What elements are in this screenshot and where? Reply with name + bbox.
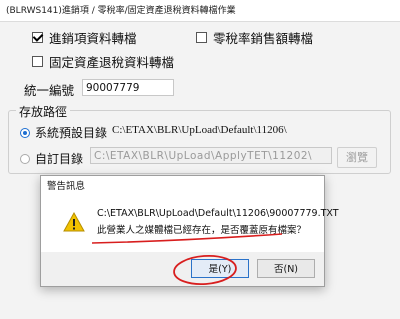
dialog-body: C:\ETAX\BLR\UpLoad\Default\11206\9000777… — [41, 198, 339, 252]
checkbox-sales-purchase-label: 進銷項資料轉檔 — [49, 31, 137, 46]
radio-button[interactable] — [20, 153, 30, 164]
radio-custom-dir-label: 自訂目錄 — [35, 152, 84, 166]
tax-id-input[interactable]: 90007779 — [82, 79, 174, 96]
dialog-message-path: C:\ETAX\BLR\UpLoad\Default\11206\9000777… — [97, 208, 339, 219]
browse-button[interactable]: 瀏覽 — [337, 147, 377, 168]
radio-default-dir-label: 系統預設目錄 — [35, 126, 108, 140]
radio-default-dir[interactable]: 系統預設目錄 — [20, 124, 107, 141]
yes-button[interactable]: 是(Y) — [191, 259, 249, 278]
checkbox-box[interactable] — [196, 32, 207, 43]
window-title: (BLRWS141)進銷項 / 零稅率/固定資產退稅資料轉檔作業 — [0, 0, 400, 22]
checkbox-sales-purchase[interactable]: 進銷項資料轉檔 — [32, 28, 137, 47]
dialog-footer: 是(Y) 否(N) — [41, 252, 324, 286]
no-button[interactable]: 否(N) — [257, 259, 315, 278]
custom-path-input[interactable]: C:\ETAX\BLR\UpLoad\ApplyTET\11202\ — [90, 147, 332, 164]
radio-custom-dir[interactable]: 自訂目錄 — [20, 150, 83, 167]
radio-button[interactable] — [20, 127, 30, 138]
checkbox-zero-tax[interactable]: 零稅率銷售額轉檔 — [196, 28, 313, 47]
dialog-title: 警告訊息 — [41, 176, 324, 198]
checkbox-box[interactable] — [32, 56, 43, 67]
tax-id-label: 統一編號 — [24, 83, 75, 98]
checkbox-zero-tax-label: 零稅率銷售額轉檔 — [213, 31, 314, 46]
checkbox-box[interactable] — [32, 32, 43, 43]
warning-icon — [63, 212, 85, 232]
checkbox-fixed-asset[interactable]: 固定資產退稅資料轉檔 — [32, 52, 174, 71]
storage-path-title: 存放路徑 — [16, 103, 71, 120]
checkbox-fixed-asset-label: 固定資產退稅資料轉檔 — [49, 55, 175, 70]
warning-dialog: 警告訊息 C:\ETAX\BLR\UpLoad\Default\11206\90… — [40, 175, 339, 287]
dialog-message-text: 此營業人之媒體檔已經存在，是否覆蓋原有檔案？ — [97, 225, 307, 236]
default-path-text: C:\ETAX\BLR\UpLoad\Default\11206\ — [112, 124, 287, 136]
